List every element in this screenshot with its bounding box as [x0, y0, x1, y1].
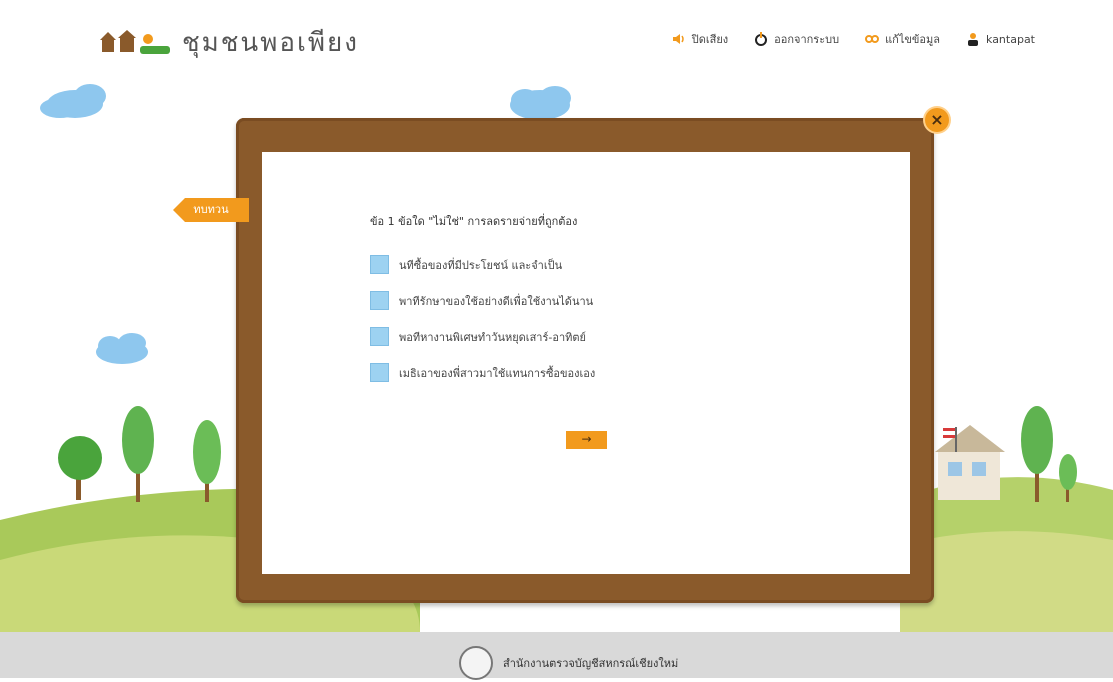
- mute-button[interactable]: ปิดเสียง: [672, 30, 728, 48]
- edit-profile-label: แก้ไขข้อมูล: [885, 33, 941, 46]
- option-checkbox[interactable]: [370, 363, 389, 382]
- user-menu[interactable]: kantapat: [966, 32, 1035, 46]
- option-label: นทีซื้อของที่มีประโยชน์ และจำเป็น: [399, 258, 563, 272]
- logout-button[interactable]: ออกจากระบบ: [754, 30, 839, 48]
- community-logo-icon: [100, 29, 170, 54]
- option-label: พาทีรักษาของใช้อย่างดีเพื่อใช้งานได้นาน: [399, 294, 594, 308]
- answer-option-1[interactable]: นทีซื้อของที่มีประโยชน์ และจำเป็น: [370, 255, 562, 274]
- close-icon: ×: [930, 110, 944, 129]
- edit-icon: [865, 35, 880, 43]
- question-text: ข้อ 1 ข้อใด "ไม่ใช่" การลดรายจ่ายที่ถูกต…: [370, 215, 578, 228]
- mute-label: ปิดเสียง: [691, 33, 729, 46]
- quiz-board: [236, 118, 934, 603]
- option-checkbox[interactable]: [370, 291, 389, 310]
- option-label: เมธิเอาของพี่สาวมาใช้แทนการซื้อของเอง: [399, 366, 596, 380]
- arrow-right-icon: →: [581, 432, 592, 446]
- answer-option-2[interactable]: พาทีรักษาของใช้อย่างดีเพื่อใช้งานได้นาน: [370, 291, 593, 310]
- top-nav: ปิดเสียง ออกจากระบบ แก้ไขข้อมูล kantapat: [672, 30, 1035, 48]
- edit-profile-button[interactable]: แก้ไขข้อมูล: [865, 30, 940, 48]
- user-icon: [968, 33, 979, 46]
- footer-org-name: สำนักงานตรวจบัญชีสหกรณ์เชียงใหม่: [503, 657, 679, 670]
- app-title: ชุมชนพอเพียง: [182, 28, 359, 58]
- app-logo[interactable]: ชุมชนพอเพียง: [100, 22, 359, 63]
- close-button[interactable]: ×: [925, 108, 949, 132]
- answer-option-4[interactable]: เมธิเอาของพี่สาวมาใช้แทนการซื้อของเอง: [370, 363, 595, 382]
- power-icon: [755, 32, 768, 46]
- username: kantapat: [986, 32, 1035, 46]
- option-checkbox[interactable]: [370, 255, 389, 274]
- option-checkbox[interactable]: [370, 327, 389, 346]
- next-button[interactable]: →: [566, 431, 607, 449]
- option-label: พอทีหางานพิเศษทำวันหยุดเสาร์-อาทิตย์: [399, 330, 586, 344]
- speaker-icon: [672, 34, 684, 44]
- footer-content: สำนักงานตรวจบัญชีสหกรณ์เชียงใหม่: [459, 646, 678, 680]
- logout-label: ออกจากระบบ: [774, 33, 840, 46]
- footer: สำนักงานตรวจบัญชีสหกรณ์เชียงใหม่: [0, 632, 1113, 680]
- organization-seal-icon: [459, 646, 493, 680]
- answer-option-3[interactable]: พอทีหางานพิเศษทำวันหยุดเสาร์-อาทิตย์: [370, 327, 586, 346]
- review-tab[interactable]: ทบทวน: [173, 198, 249, 222]
